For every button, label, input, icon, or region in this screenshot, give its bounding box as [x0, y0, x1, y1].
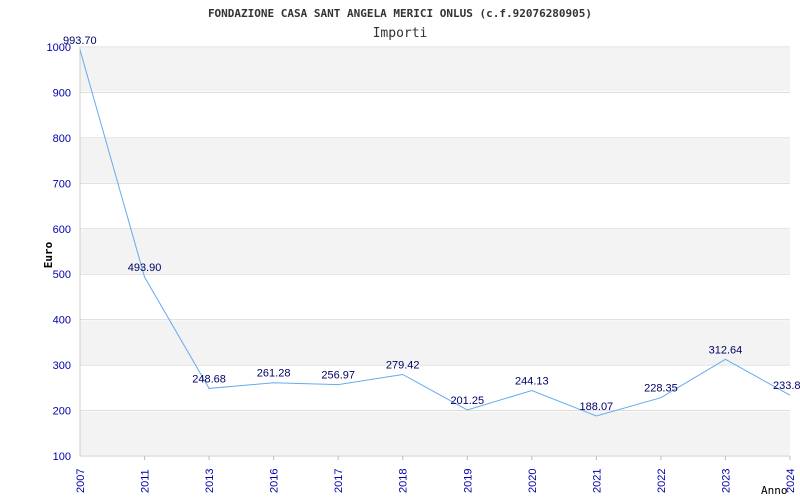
x-tick-label: 2011 — [140, 469, 152, 493]
y-tick-label: 600 — [53, 224, 71, 236]
plot-band — [80, 411, 790, 455]
data-label: 188.07 — [580, 401, 614, 413]
x-tick-label: 2021 — [591, 469, 603, 493]
line-chart: FONDAZIONE CASA SANT ANGELA MERICI ONLUS… — [42, 7, 800, 497]
plot-band — [80, 320, 790, 365]
x-tick-label: 2007 — [75, 469, 87, 493]
y-tick-label: 700 — [53, 178, 71, 190]
data-label: 244.13 — [515, 376, 549, 388]
x-tick-label: 2023 — [720, 469, 732, 493]
y-tick-label: 800 — [53, 133, 71, 145]
x-tick-label: 2013 — [204, 469, 216, 493]
y-tick-label: 500 — [53, 269, 71, 281]
y-tick-label: 400 — [53, 315, 71, 327]
data-label: 256.97 — [321, 370, 355, 382]
plot-band — [80, 138, 790, 183]
data-label: 279.42 — [386, 359, 420, 371]
y-axis-label: Euro — [42, 241, 55, 268]
x-tick-label: 2016 — [269, 469, 281, 493]
x-axis-label: Anno — [761, 484, 788, 497]
plot-band — [80, 48, 790, 92]
x-tick-label: 2018 — [398, 469, 410, 493]
x-axis-ticks: 2007 2011 2013 2016 2017 2018 2019 2020 2021 2022… — [75, 469, 797, 493]
y-tick-label: 200 — [53, 406, 71, 418]
data-label: 233.8 — [773, 380, 800, 392]
plot-band — [80, 229, 790, 274]
data-label: 312.64 — [709, 344, 743, 356]
x-tick-label: 2020 — [527, 469, 539, 493]
plot-bands — [80, 48, 790, 455]
data-label: 248.68 — [192, 373, 226, 385]
y-tick-label: 100 — [53, 451, 71, 463]
x-tick-label: 2019 — [462, 469, 474, 493]
chart-subtitle: Importi — [373, 26, 428, 41]
data-label: 228.35 — [644, 383, 678, 395]
x-tick-label: 2022 — [656, 469, 668, 493]
data-label: 993.70 — [63, 35, 97, 47]
chart-title: FONDAZIONE CASA SANT ANGELA MERICI ONLUS… — [208, 7, 592, 20]
data-label: 201.25 — [450, 395, 484, 407]
x-tick-label: 2017 — [333, 469, 345, 493]
data-label: 493.90 — [128, 262, 162, 274]
y-tick-label: 300 — [53, 360, 71, 372]
y-tick-label: 900 — [53, 87, 71, 99]
data-label: 261.28 — [257, 368, 291, 380]
